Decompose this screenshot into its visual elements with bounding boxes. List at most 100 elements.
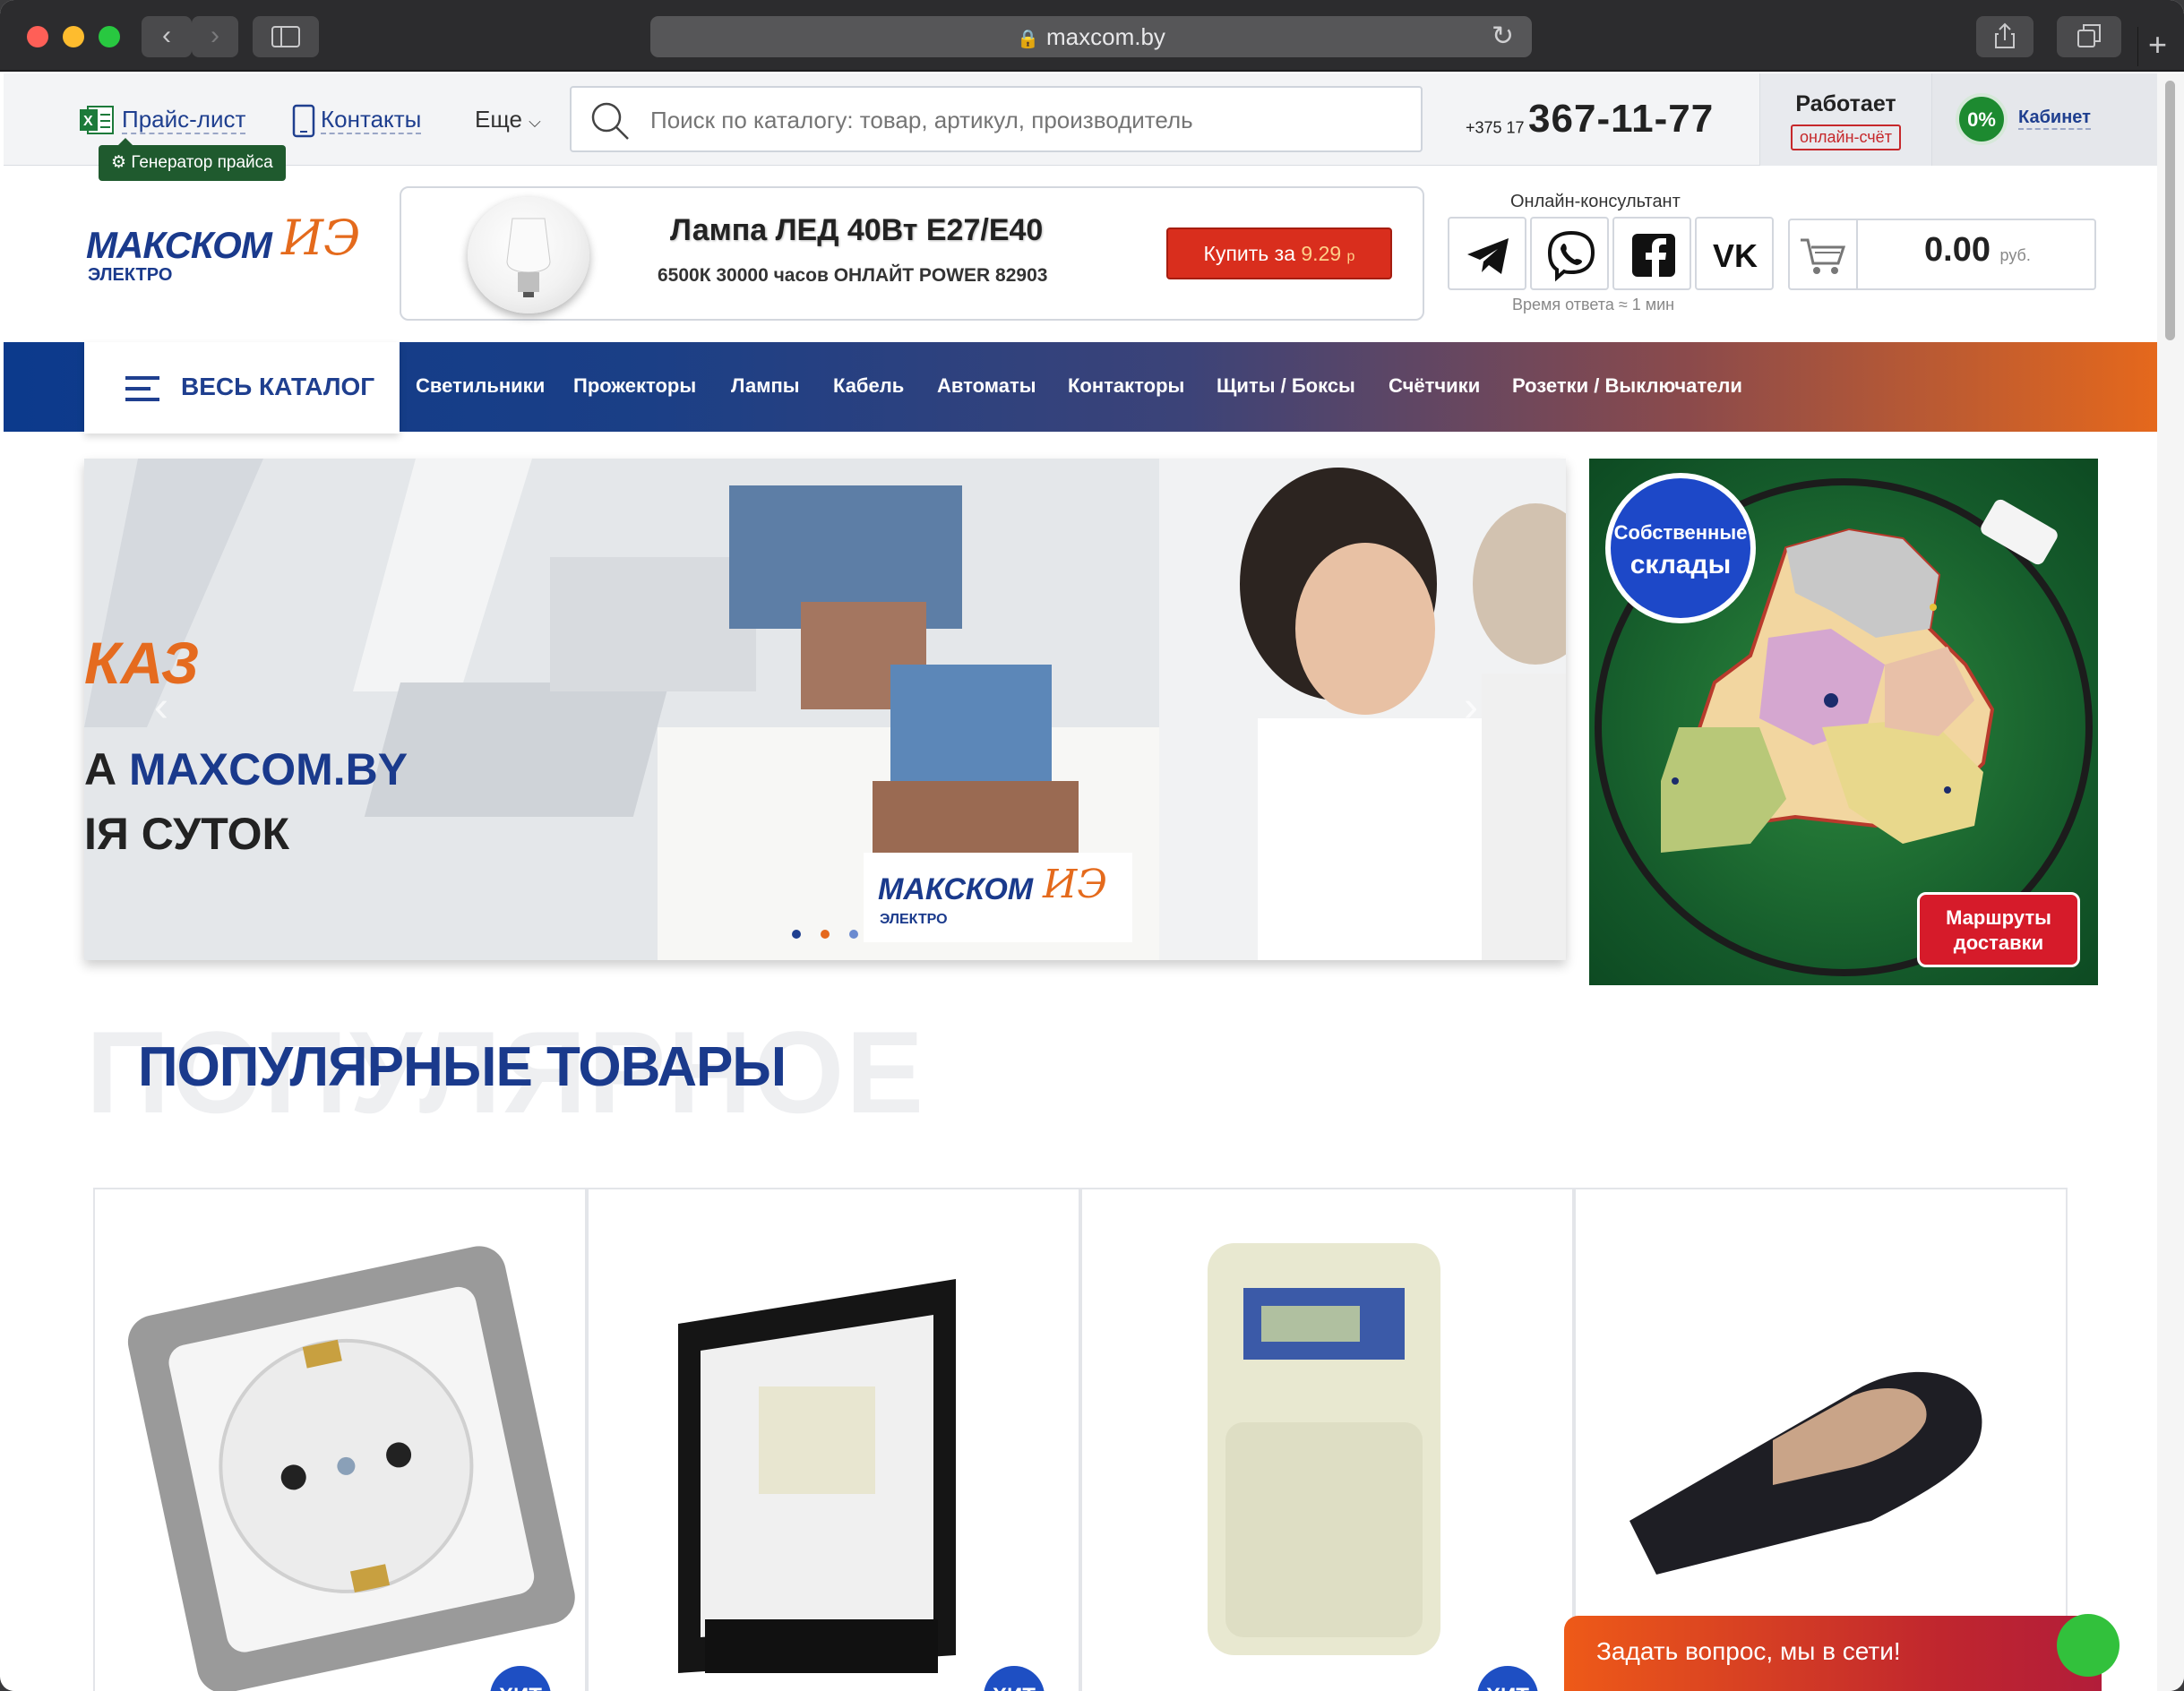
cart-button[interactable]: 0.00 руб. [1788,219,2096,290]
warehouses-badge: Собственные склады [1605,473,1756,623]
vk-icon: VK [1713,237,1758,274]
cabinet-link[interactable]: Кабинет [2018,107,2091,130]
url-text: maxcom.by [1045,23,1165,50]
facebook-button[interactable] [1612,217,1691,290]
new-tab-button[interactable]: + [2137,27,2177,66]
viber-icon [1547,230,1595,282]
back-button[interactable]: ‹ [142,16,192,57]
address-bar[interactable]: 🔒 maxcom.by ↻ [650,16,1532,57]
phone-device-icon [292,104,315,138]
sidebar-icon [271,26,300,47]
telegram-icon [1467,238,1509,274]
nav-item-shchity[interactable]: Щиты / Боксы [1217,374,1355,398]
price-generator-tooltip[interactable]: ⚙ Генератор прайса [99,138,286,181]
site-logo[interactable]: МАКСКОМ ИЭ ЭЛЕКТРО [86,210,373,296]
telegram-button[interactable] [1448,217,1526,290]
share-icon [1995,22,2015,48]
phone-digits: 367-11-77 [1528,97,1715,141]
cart-icon [1801,238,1846,274]
logo-sub-text: ЭЛЕКТРО [88,265,173,285]
zoom-window-button[interactable] [99,26,120,47]
banner-next-arrow[interactable]: › [1464,682,1478,732]
buy-label: Купить за [1203,242,1295,265]
contacts-link[interactable]: Контакты [321,106,422,134]
catalog-label: ВЕСЬ КАТАЛОГ [181,373,375,400]
warehouses-line1: Собственные [1613,521,1748,544]
tabs-button[interactable] [2057,16,2121,57]
scrollbar-thumb[interactable] [2165,81,2175,340]
gear-icon: ⚙ [111,153,127,172]
product-card[interactable]: ХИТ [587,1188,1080,1691]
search-input[interactable] [650,100,1403,140]
nav-item-prozhektory[interactable]: Прожекторы [573,374,696,398]
banner-logo-main: МАКСКОМ [878,872,1034,906]
banner-text-top: КАЗ [84,630,200,696]
product-card[interactable]: ХИТ [93,1188,587,1691]
search-box [570,86,1423,152]
svg-text:X: X [83,114,93,129]
lock-icon: 🔒 [1017,30,1039,49]
socket-image [127,1246,575,1691]
nav-item-lampy[interactable]: Лампы [731,374,800,398]
response-time: Время ответа ≈ 1 мин [1512,296,1675,313]
minimize-window-button[interactable] [63,26,84,47]
promo-product[interactable]: Лампа ЛЕД 40Вт Е27/Е40 6500К 30000 часов… [400,186,1424,321]
banner-brand-text: MAXCOM.BY [129,744,408,794]
promo-subtitle: 6500К 30000 часов ОНЛАЙТ POWER 82903 [658,265,1048,286]
product-card[interactable]: ХИТ [1080,1188,1574,1691]
nav-item-avtomaty[interactable]: Автоматы [937,374,1036,398]
facebook-icon [1632,234,1675,277]
nav-item-schetchiki[interactable]: Счётчики [1389,374,1480,398]
online-invoice-button[interactable]: онлайн-счёт [1791,124,1901,150]
warehouses-line2: склады [1629,550,1732,579]
promo-lamp-image [468,197,589,313]
logo-main-text: МАКСКОМ [86,224,272,266]
slider-dot[interactable] [821,930,830,939]
reload-icon[interactable]: ↻ [1492,16,1514,57]
page-scrollbar[interactable] [2157,73,2184,1691]
sidebar-toggle-button[interactable] [253,16,319,57]
phone-number[interactable]: +375 17 367-11-77 [1466,97,1714,142]
catalog-button[interactable]: ВЕСЬ КАТАЛОГ [84,342,400,433]
chat-label: Задать вопрос, мы в сети! [1596,1637,1901,1665]
banner-prev-arrow[interactable]: ‹ [154,682,168,732]
menu-icon [125,376,159,401]
tabs-icon [2077,24,2101,47]
popular-title: ПОПУЛЯРНЫЕ ТОВАРЫ [138,1036,787,1098]
floodlight-image [678,1279,956,1673]
delivery-banner[interactable]: Собственные склады Маршруты доставки [1589,459,2098,985]
chevron-down-icon: ⌵ [529,113,541,131]
nav-item-kontaktory[interactable]: Контакторы [1068,374,1184,398]
viber-button[interactable] [1530,217,1609,290]
delivery-routes-button[interactable]: Маршруты доставки [1917,892,2080,967]
consultant-label: Онлайн-консультант [1510,192,1681,211]
work-status: Работает онлайн-счёт [1759,73,1931,166]
cart-currency: руб. [1999,246,2031,264]
slider-dot[interactable] [792,930,801,939]
banner-logo-script: ИЭ [1043,862,1108,907]
chat-widget[interactable]: Задать вопрос, мы в сети! [1564,1614,2120,1691]
cart-total: 0.00 [1924,231,1991,269]
banner-photo [84,459,1566,960]
banner-logo: МАКСКОМ ИЭ ЭЛЕКТРО [864,853,1132,942]
nav-item-kabel[interactable]: Кабель [833,374,904,398]
share-button[interactable] [1976,16,2034,57]
price-list-link[interactable]: Прайс-лист [122,106,246,134]
search-icon[interactable] [589,100,631,142]
vk-button[interactable]: VK [1695,217,1774,290]
buy-price: 9.29 [1301,242,1342,265]
buy-button[interactable]: Купить за 9.29 р [1166,227,1392,279]
browser-window: ‹ › 🔒 maxcom.by ↻ + X Прайс-лист Контакты… [0,0,2184,1691]
main-banner-slider[interactable]: КАЗ А MAXCOM.BY ІЯ СУТОК МАКСКОМ ИЭ ЭЛЕК… [84,459,1566,960]
slider-dot[interactable] [849,930,858,939]
nav-item-rozetki[interactable]: Розетки / Выключатели [1512,374,1742,398]
promo-title: Лампа ЛЕД 40Вт Е27/Е40 [670,213,1044,247]
main-navigation: ВЕСЬ КАТАЛОГ Светильники Прожекторы Ламп… [4,342,2157,433]
more-menu[interactable]: Еще ⌵ [475,106,541,135]
chat-status-indicator [2057,1614,2120,1677]
web-page: X Прайс-лист Контакты Еще ⌵ ⚙ Генератор … [4,73,2157,1691]
close-window-button[interactable] [27,26,48,47]
cabinet-area[interactable]: 0% Кабинет [1931,73,2157,166]
nav-item-svetilniki[interactable]: Светильники [416,374,545,398]
forward-button[interactable]: › [192,16,238,57]
